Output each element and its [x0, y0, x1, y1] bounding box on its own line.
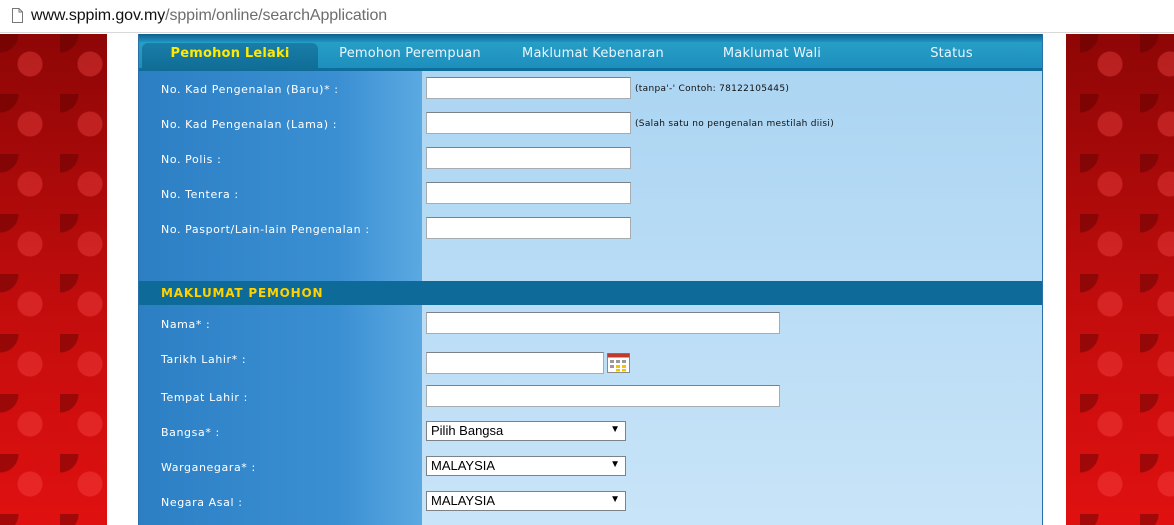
application-form-panel: Pemohon Lelaki Pemohon Perempuan Makluma… — [138, 34, 1043, 525]
address-bar[interactable]: www.sppim.gov.my/sppim/online/searchAppl… — [0, 0, 1174, 33]
tab-pemohon-perempuan[interactable]: Pemohon Perempuan — [329, 43, 491, 71]
section-title: MAKLUMAT PEMOHON — [161, 286, 324, 300]
section-header-applicant: MAKLUMAT PEMOHON — [139, 281, 1042, 305]
chevron-down-icon: ▼ — [610, 459, 620, 470]
origin-country-label: Negara Asal : — [161, 496, 243, 509]
army-no-label: No. Tentera : — [161, 188, 239, 201]
tab-status[interactable]: Status — [909, 43, 994, 71]
url-text[interactable]: www.sppim.gov.my/sppim/online/searchAppl… — [31, 7, 387, 25]
origin-country-selected: MALAYSIA — [431, 493, 496, 508]
tab-pemohon-lelaki[interactable]: Pemohon Lelaki — [142, 43, 318, 71]
name-input[interactable] — [426, 312, 780, 334]
chevron-down-icon: ▼ — [610, 494, 620, 505]
citizenship-selected: MALAYSIA — [431, 458, 496, 473]
pob-label: Tempat Lahir : — [161, 391, 248, 404]
dob-input[interactable] — [426, 352, 604, 374]
chevron-down-icon: ▼ — [610, 424, 620, 435]
ic-old-hint: (Salah satu no pengenalan mestilah diisi… — [635, 119, 835, 129]
ic-old-label: No. Kad Pengenalan (Lama) : — [161, 118, 338, 131]
tab-maklumat-wali[interactable]: Maklumat Wali — [699, 43, 845, 71]
ic-new-input[interactable] — [426, 77, 631, 99]
race-select[interactable]: Pilih Bangsa ▼ — [426, 421, 626, 441]
tab-bar: Pemohon Lelaki Pemohon Perempuan Makluma… — [139, 34, 1042, 71]
origin-country-select[interactable]: MALAYSIA ▼ — [426, 491, 626, 511]
police-no-label: No. Polis : — [161, 153, 222, 166]
passport-input[interactable] — [426, 217, 631, 239]
pob-input[interactable] — [426, 385, 780, 407]
police-no-input[interactable] — [426, 147, 631, 169]
tab-maklumat-kebenaran[interactable]: Maklumat Kebenaran — [509, 43, 677, 71]
citizenship-select[interactable]: MALAYSIA ▼ — [426, 456, 626, 476]
url-path: /sppim/online/searchApplication — [165, 7, 388, 24]
name-label: Nama* : — [161, 318, 211, 331]
army-no-input[interactable] — [426, 182, 631, 204]
ic-new-hint: (tanpa'-' Contoh: 78122105445) — [635, 84, 790, 94]
calendar-icon[interactable] — [607, 353, 630, 373]
url-host: www.sppim.gov.my — [31, 7, 166, 24]
page-icon — [12, 8, 23, 23]
ic-new-label: No. Kad Pengenalan (Baru)* : — [161, 83, 339, 96]
race-label: Bangsa* : — [161, 426, 220, 439]
citizenship-label: Warganegara* : — [161, 461, 256, 474]
ic-old-input[interactable] — [426, 112, 631, 134]
passport-label: No. Pasport/Lain-lain Pengenalan : — [161, 223, 370, 236]
race-selected: Pilih Bangsa — [431, 423, 504, 438]
dob-label: Tarikh Lahir* : — [161, 353, 247, 366]
